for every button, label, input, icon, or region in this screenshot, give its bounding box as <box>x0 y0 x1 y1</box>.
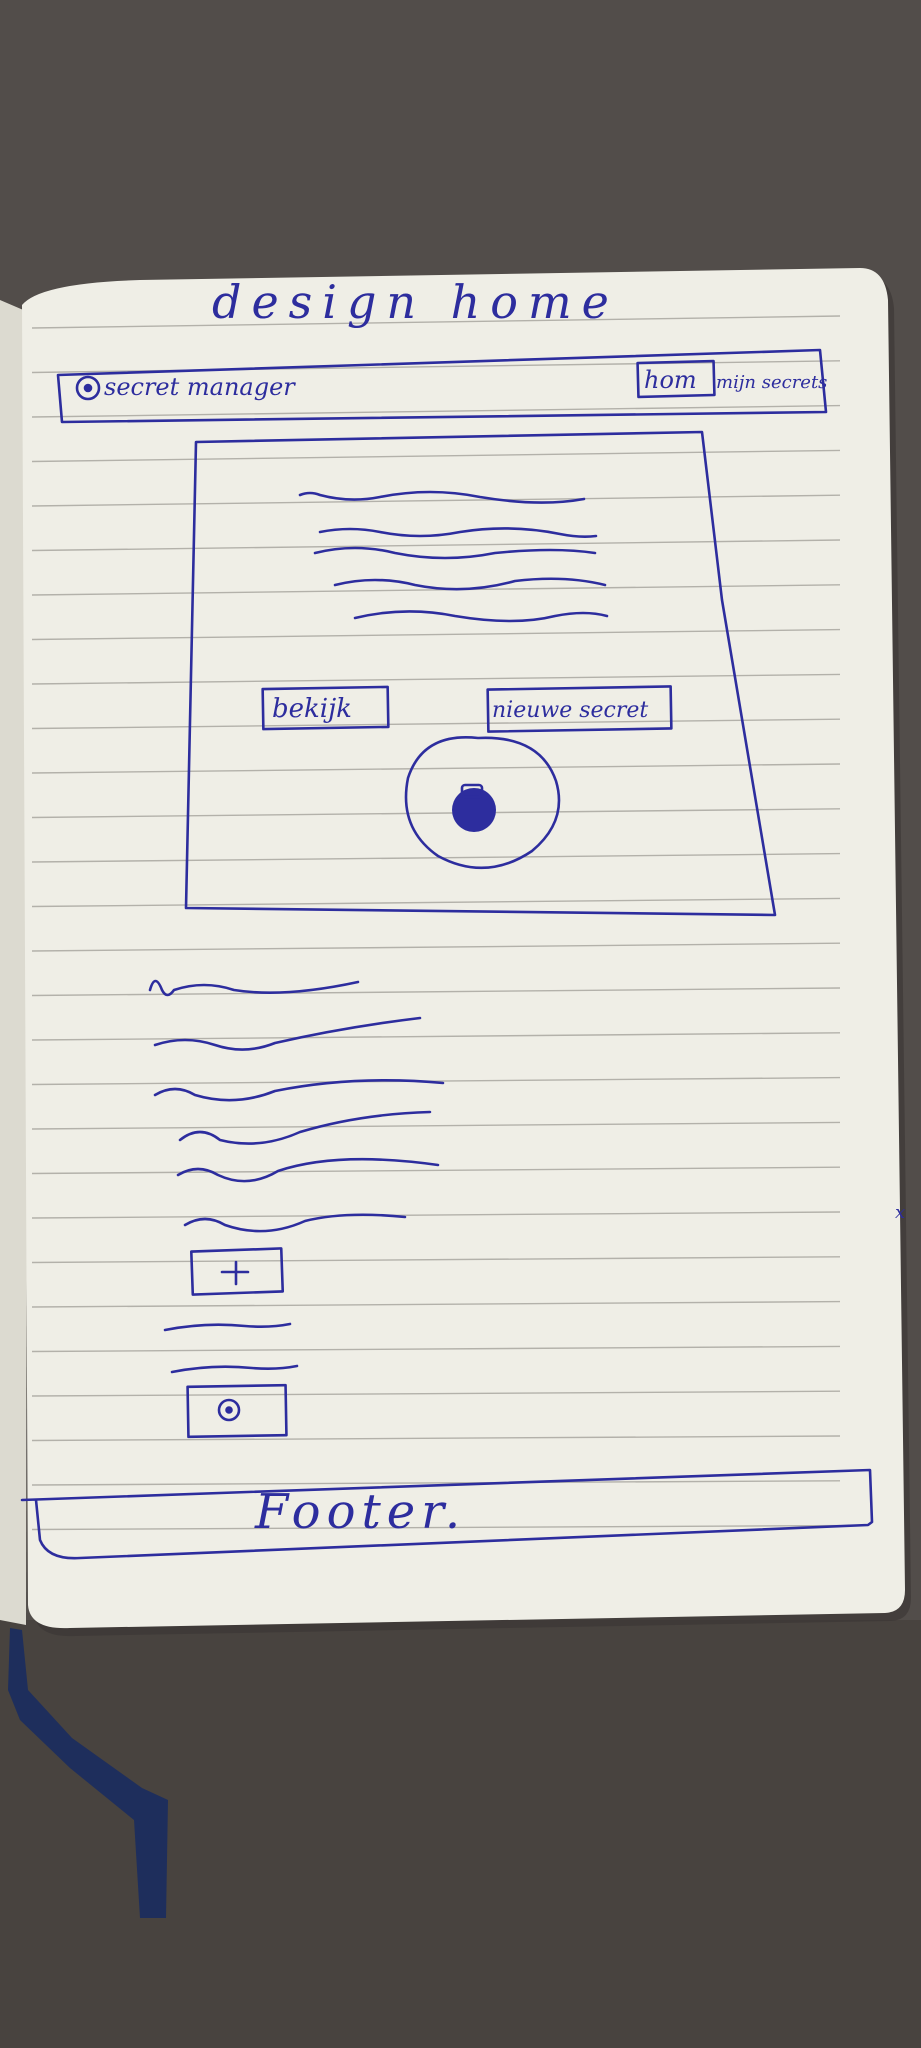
navbar-link-home[interactable]: hom <box>644 366 697 394</box>
margin-note: x <box>895 1202 905 1223</box>
new-secret-button-label: nieuwe secret <box>492 698 648 723</box>
footer-label: Footer. <box>254 1484 466 1540</box>
notebook-photo: design home secret manager hom mijn secr… <box>0 0 921 2048</box>
navbar-brand: secret manager <box>104 373 296 401</box>
view-button-label: bekijk <box>272 694 352 724</box>
notebook-page <box>22 268 905 1629</box>
sketch-title: design home <box>212 275 619 329</box>
navbar-link-secrets[interactable]: mijn secrets <box>716 372 827 393</box>
